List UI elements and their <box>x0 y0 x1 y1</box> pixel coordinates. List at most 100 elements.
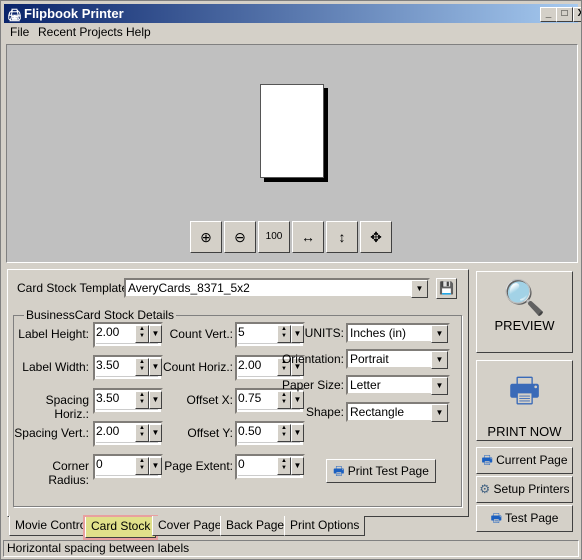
close-button[interactable]: X <box>573 7 581 22</box>
chevron-down-icon[interactable]: ▼ <box>291 424 304 442</box>
chevron-down-icon[interactable]: ▼ <box>291 457 304 475</box>
tab-movie-control[interactable]: Movie Control <box>9 516 96 536</box>
field-value: 2.00 <box>238 358 262 372</box>
fit-page-icon[interactable]: ✥ <box>360 221 392 253</box>
window-title: Flipbook Printer <box>24 6 124 21</box>
field-slider[interactable] <box>238 343 300 347</box>
menu-recent-projects[interactable]: Recent Projects <box>38 25 123 39</box>
print-now-label: PRINT NOW <box>487 424 562 439</box>
printer-icon: 🖶 <box>333 464 348 478</box>
field-slider[interactable] <box>238 475 300 479</box>
chevron-down-icon: ▼ <box>431 325 448 343</box>
field-label: Spacing Horiz.: <box>45 393 89 421</box>
printer-icon: 🖶 <box>490 511 506 525</box>
page-preview <box>260 84 324 178</box>
menu-help[interactable]: Help <box>126 25 151 39</box>
field-slider[interactable] <box>96 409 158 413</box>
status-text: Horizontal spacing between labels <box>7 541 190 555</box>
save-template-button[interactable]: 💾 <box>436 278 457 299</box>
field-value: 5 <box>238 325 245 339</box>
field-label: Page Extent: <box>164 459 233 473</box>
tab-print-options[interactable]: Print Options <box>284 516 366 536</box>
select-value: Rectangle <box>350 405 405 419</box>
tab-card-stock[interactable]: Card Stock <box>82 515 159 540</box>
field-label: Count Horiz.: <box>162 360 233 374</box>
select-dropdown[interactable]: Rectangle ▼ <box>346 402 450 422</box>
field-slider[interactable] <box>96 343 158 347</box>
field-label: Label Width: <box>22 360 89 374</box>
zoom-in-icon[interactable]: ⊕ <box>190 221 222 253</box>
preview-button[interactable]: 🔍 PREVIEW <box>476 271 573 353</box>
select-value: Inches (in) <box>350 326 407 340</box>
field-label: Spacing Vert.: <box>14 426 89 440</box>
preview-area: ⊕ ⊖ 100 ↔ ↕ ✥ <box>6 44 578 263</box>
field-value: 0.50 <box>238 424 262 438</box>
select-value: Letter <box>350 378 381 392</box>
template-value: AveryCards_8371_5x2 <box>128 281 250 295</box>
select-dropdown[interactable]: Letter ▼ <box>346 375 450 395</box>
test-page-button[interactable]: 🖶 Test Page <box>476 505 573 532</box>
field-value: 0 <box>238 457 245 471</box>
printer-icon: 🖶 <box>508 372 541 410</box>
maximize-button[interactable]: □ <box>556 7 573 22</box>
template-select[interactable]: AveryCards_8371_5x2 ▼ <box>124 278 430 298</box>
preview-label: PREVIEW <box>494 318 555 333</box>
test-page-label: Test Page <box>505 511 559 525</box>
title-bar: 🖨 Flipbook Printer _ □ X <box>4 4 581 23</box>
current-page-label: Current Page <box>496 453 568 467</box>
field-value: 2.00 <box>96 325 120 339</box>
field-label: Corner Radius: <box>48 459 89 487</box>
current-page-button[interactable]: 🖶 Current Page <box>476 447 573 474</box>
menu-file[interactable]: File <box>10 25 29 39</box>
setup-printers-label: Setup Printers <box>493 482 570 496</box>
field-value: 2.00 <box>96 424 120 438</box>
field-label: Label Height: <box>18 327 89 341</box>
chevron-down-icon: ▼ <box>431 404 448 422</box>
zoom-100-icon[interactable]: 100 <box>258 221 290 253</box>
field-label: Count Vert.: <box>169 327 233 341</box>
field-value: 3.50 <box>96 391 120 405</box>
spin-field[interactable]: 0.50 ▲ ▼ ▼ <box>235 421 305 447</box>
print-test-page-button[interactable]: 🖶 Print Test Page <box>326 459 436 483</box>
spin-up-down-icon[interactable]: ▲ ▼ <box>277 457 291 475</box>
field-value: 0 <box>96 457 103 471</box>
select-label: Paper Size: <box>281 378 344 392</box>
status-bar: Horizontal spacing between labels <box>3 540 579 557</box>
printer-icon: 🖶 <box>481 453 497 467</box>
field-value: 3.50 <box>96 358 120 372</box>
select-label: Orientation: <box>281 352 344 366</box>
print-test-page-label: Print Test Page <box>347 464 429 478</box>
fit-width-icon[interactable]: ↔ <box>292 221 324 253</box>
field-slider[interactable] <box>96 376 158 380</box>
select-label: UNITS: <box>304 326 344 340</box>
select-label: Shape: <box>305 405 344 419</box>
chevron-down-icon: ▼ <box>431 377 448 395</box>
select-value: Portrait <box>350 352 389 366</box>
group-title: BusinessCard Stock Details <box>24 308 177 322</box>
printer-setup-icon: ⚙ <box>479 482 494 496</box>
chevron-down-icon: ▼ <box>431 351 448 369</box>
fit-height-icon[interactable]: ↕ <box>326 221 358 253</box>
spin-up-down-icon[interactable]: ▲ ▼ <box>277 424 291 442</box>
field-slider[interactable] <box>96 475 158 479</box>
tab-cover-page[interactable]: Cover Page <box>152 516 228 536</box>
template-label: Card Stock Template: <box>17 281 132 295</box>
field-slider[interactable] <box>238 442 300 446</box>
preview-magnifier-icon: 🔍 <box>503 279 546 317</box>
app-window: 🖨 Flipbook Printer _ □ X File Recent Pro… <box>0 0 582 560</box>
print-now-button[interactable]: 🖶 PRINT NOW <box>476 360 573 441</box>
field-slider[interactable] <box>96 442 158 446</box>
printer-app-icon: 🖨 <box>7 8 23 22</box>
setup-printers-button[interactable]: ⚙ Setup Printers <box>476 476 573 503</box>
zoom-out-icon[interactable]: ⊖ <box>224 221 256 253</box>
field-label: Offset X: <box>186 393 233 407</box>
field-label: Offset Y: <box>187 426 233 440</box>
floppy-disk-icon: 💾 <box>439 281 454 295</box>
select-dropdown[interactable]: Portrait ▼ <box>346 349 450 369</box>
chevron-down-icon: ▼ <box>411 280 428 298</box>
select-dropdown[interactable]: Inches (in) ▼ <box>346 323 450 343</box>
minimize-button[interactable]: _ <box>540 7 557 22</box>
spin-field[interactable]: 0 ▲ ▼ ▼ <box>235 454 305 480</box>
field-value: 0.75 <box>238 391 262 405</box>
tab-back-page[interactable]: Back Page <box>220 516 291 536</box>
